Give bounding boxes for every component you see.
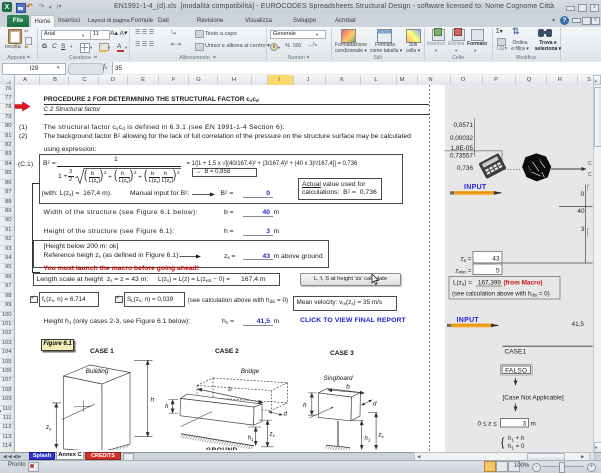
svg-text:CASE1: CASE1 bbox=[505, 348, 527, 355]
svg-text:CASE 1: CASE 1 bbox=[90, 348, 114, 355]
svg-text:b: b bbox=[346, 383, 350, 390]
svg-text:3: 3 bbox=[581, 226, 585, 233]
svg-text:0: 0 bbox=[580, 190, 584, 197]
svg-text:h: h bbox=[165, 403, 169, 410]
svg-text:d: d bbox=[284, 410, 288, 417]
svg-text:43: 43 bbox=[492, 255, 500, 262]
svg-text:Bridge: Bridge bbox=[241, 367, 260, 374]
svg-text:CASE 2: CASE 2 bbox=[215, 348, 239, 355]
svg-text:INPUT: INPUT bbox=[457, 316, 480, 323]
svg-text:h1 = 0: h1 = 0 bbox=[508, 443, 525, 450]
svg-text:zs =: zs = bbox=[460, 255, 471, 262]
svg-text:0,00032: 0,00032 bbox=[450, 134, 474, 141]
svg-text:h: h bbox=[303, 402, 307, 409]
svg-text:C: C bbox=[588, 161, 592, 167]
svg-text:zmin =: zmin = bbox=[455, 267, 471, 274]
svg-text:41,5: 41,5 bbox=[572, 320, 585, 327]
svg-text:h1: h1 bbox=[248, 435, 254, 442]
svg-text:40: 40 bbox=[577, 208, 585, 215]
svg-text:CASE 3: CASE 3 bbox=[330, 350, 354, 357]
svg-text:zs: zs bbox=[45, 425, 52, 432]
svg-text:zs: zs bbox=[378, 432, 385, 439]
svg-text:h1: h1 bbox=[365, 436, 371, 443]
svg-text:h1 + h: h1 + h bbox=[508, 435, 525, 442]
svg-text:FALSO: FALSO bbox=[505, 367, 527, 374]
svg-text:h: h bbox=[151, 396, 155, 403]
svg-text:zs: zs bbox=[269, 431, 276, 438]
svg-text:m: m bbox=[531, 420, 536, 427]
svg-text:0 ≤ z ≤: 0 ≤ z ≤ bbox=[478, 420, 498, 427]
svg-text:L(zs) =: L(zs) = bbox=[453, 279, 472, 286]
svg-text:[Case Not Applicable]: [Case Not Applicable] bbox=[503, 394, 564, 401]
svg-text:(see calculation above with hd: (see calculation above with hdis = 0) bbox=[452, 290, 550, 297]
svg-text:0,73557: 0,73557 bbox=[450, 152, 474, 159]
svg-text:b: b bbox=[228, 386, 232, 393]
svg-text:3: 3 bbox=[522, 420, 526, 427]
svg-text:Building: Building bbox=[86, 368, 109, 375]
svg-text:Singboard: Singboard bbox=[323, 375, 353, 382]
svg-text:0,736: 0,736 bbox=[457, 164, 473, 171]
svg-text:C: C bbox=[588, 172, 592, 178]
svg-text:d: d bbox=[373, 400, 377, 407]
svg-text:5: 5 bbox=[496, 267, 500, 274]
svg-text:0,0571: 0,0571 bbox=[453, 121, 473, 128]
svg-text:INPUT: INPUT bbox=[464, 184, 487, 191]
svg-text:{: { bbox=[501, 436, 505, 449]
svg-text:(from Macro): (from Macro) bbox=[504, 279, 543, 286]
svg-text:GROUND: GROUND bbox=[206, 446, 238, 449]
svg-text:167,399: 167,399 bbox=[478, 279, 502, 286]
